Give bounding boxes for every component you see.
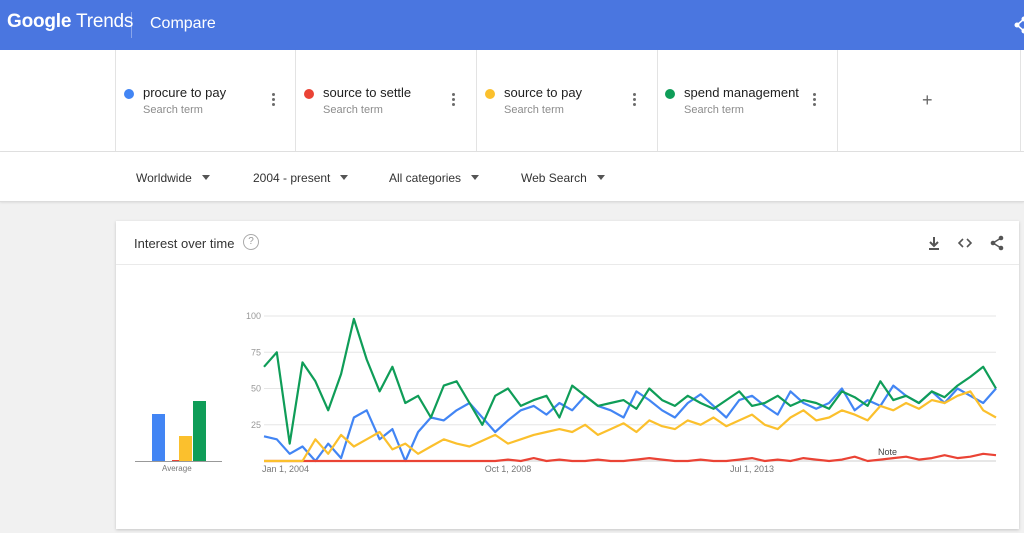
help-circle-icon[interactable]: ? (243, 234, 259, 250)
dropdown-caret-icon (471, 175, 480, 180)
dropdown-caret-icon (340, 175, 349, 180)
term-color-dot (665, 89, 675, 99)
filter-bar: Worldwide 2004 - present All categories … (0, 152, 1024, 202)
y-tick-label: 50 (251, 384, 261, 394)
interest-over-time-card: Interest over time ? Average 25 50 75 100 Ja… (116, 221, 1019, 529)
more-vert-icon[interactable] (451, 93, 457, 109)
plus-icon[interactable]: + (922, 90, 933, 111)
more-vert-icon[interactable] (812, 93, 818, 109)
search-term-card[interactable]: spend management Search term (657, 50, 838, 151)
average-label: Average (162, 464, 192, 473)
average-bar[interactable] (152, 414, 165, 461)
term-color-dot (304, 89, 314, 99)
search-term-label[interactable]: source to settle (323, 85, 411, 100)
y-tick-label: 100 (246, 311, 261, 321)
more-vert-icon[interactable] (271, 93, 277, 109)
search-term-label[interactable]: spend management (684, 85, 799, 100)
search-term-card[interactable]: procure to pay Search term (115, 50, 296, 151)
search-term-sublabel: Search term (504, 104, 564, 116)
dropdown-caret-icon (596, 175, 605, 180)
term-color-dot (124, 89, 134, 99)
top-app-bar: Google Trends Compare (0, 0, 1024, 50)
category-value: All categories (389, 171, 462, 185)
add-comparison-button[interactable]: + (838, 50, 1021, 151)
x-tick-label: Jan 1, 2004 (262, 464, 309, 474)
search-property-dropdown[interactable]: Web Search (521, 171, 605, 185)
search-term-card[interactable]: source to settle Search term (296, 50, 477, 151)
more-vert-icon[interactable] (632, 93, 638, 109)
search-term-label[interactable]: source to pay (504, 85, 582, 100)
y-tick-label: 25 (251, 420, 261, 430)
card-header: Interest over time ? (116, 221, 1019, 265)
page-title: Compare (150, 15, 216, 32)
average-axis (135, 461, 222, 462)
y-tick-label: 75 (251, 347, 261, 357)
category-dropdown[interactable]: All categories (389, 171, 480, 185)
search-term-sublabel: Search term (323, 104, 383, 116)
download-icon[interactable] (926, 235, 942, 251)
google-trends-logo[interactable]: Google Trends (7, 11, 133, 33)
time-range-value: 2004 - present (253, 171, 331, 185)
share-icon[interactable] (1014, 16, 1024, 34)
embed-icon[interactable] (957, 235, 973, 251)
header-divider (131, 12, 132, 38)
search-term-sublabel: Search term (143, 104, 203, 116)
region-value: Worldwide (136, 171, 192, 185)
search-term-card[interactable]: source to pay Search term (477, 50, 658, 151)
region-dropdown[interactable]: Worldwide (136, 171, 210, 185)
time-range-dropdown[interactable]: 2004 - present (253, 171, 349, 185)
average-bar[interactable] (179, 436, 192, 461)
term-color-dot (485, 89, 495, 99)
dropdown-caret-icon (201, 175, 210, 180)
search-property-value: Web Search (521, 171, 587, 185)
search-term-label[interactable]: procure to pay (143, 85, 226, 100)
logo-trends-text: Trends (76, 11, 134, 32)
search-terms-bar: procure to pay Search term source to set… (0, 50, 1024, 152)
search-term-sublabel: Search term (684, 104, 744, 116)
card-title: Interest over time (134, 236, 235, 251)
note-annotation[interactable]: Note (878, 447, 897, 457)
average-bar[interactable] (193, 401, 206, 461)
logo-google-text: Google (7, 11, 72, 32)
x-tick-label: Jul 1, 2013 (730, 464, 774, 474)
share-icon[interactable] (989, 235, 1005, 251)
x-tick-label: Oct 1, 2008 (485, 464, 532, 474)
